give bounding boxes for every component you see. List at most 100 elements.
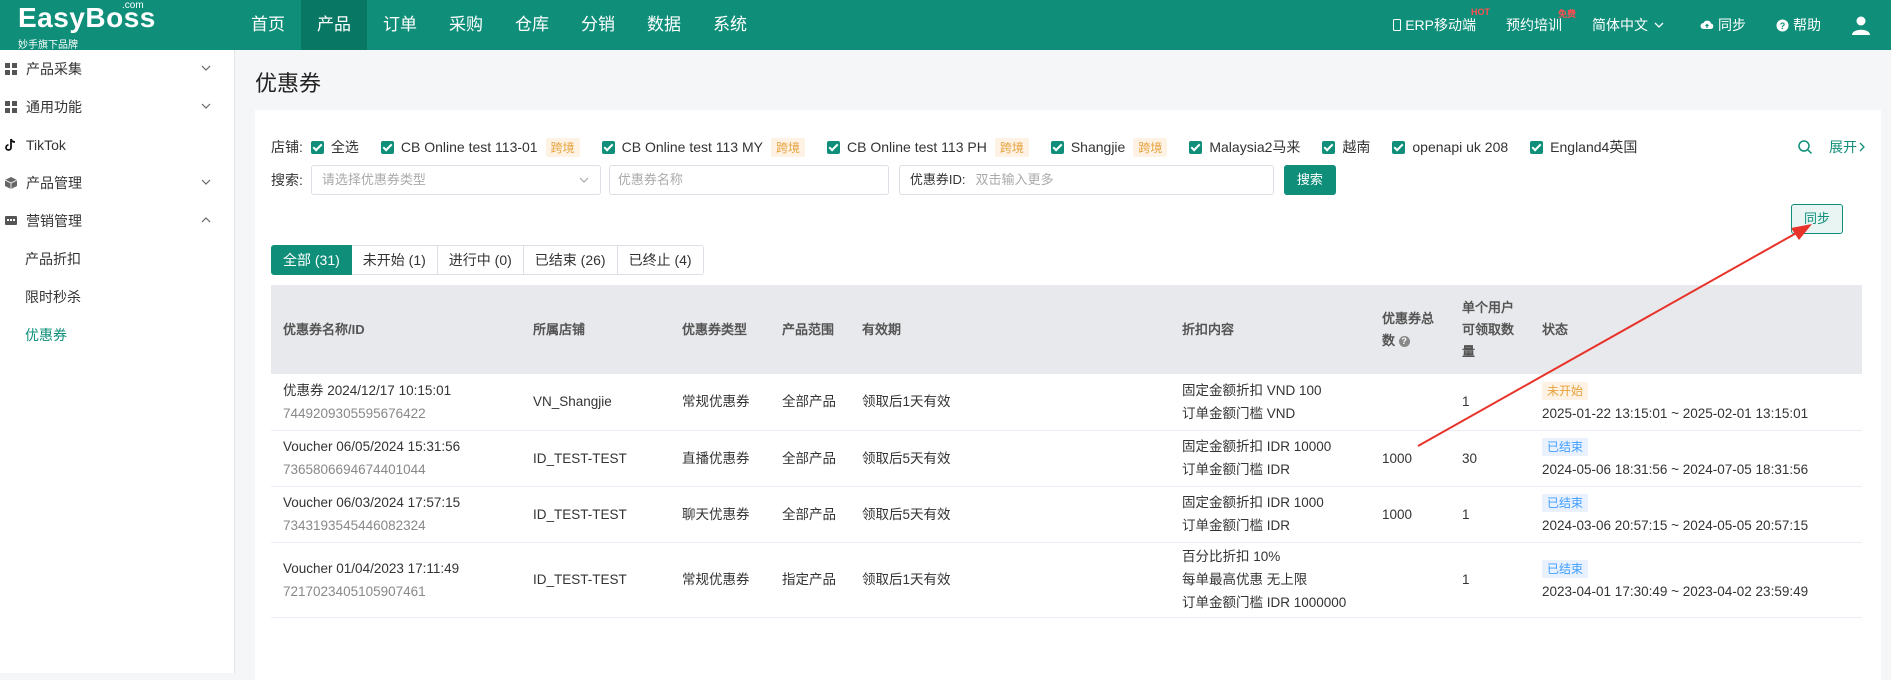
- nav-item-3[interactable]: 采购: [433, 0, 499, 50]
- cell-per-user: 1: [1450, 486, 1530, 543]
- checkbox-checked-icon[interactable]: [601, 140, 615, 154]
- voucher-name[interactable]: 优惠券 2024/12/17 10:15:01: [283, 379, 521, 402]
- discount-line: 订单金额门槛 IDR 1000000: [1182, 595, 1347, 610]
- sidebar-item-label: 产品采集: [26, 61, 82, 77]
- erp-mobile-link[interactable]: ERP移动端 HOT: [1393, 7, 1490, 35]
- voucher-name[interactable]: Voucher 06/03/2024 17:57:15: [283, 491, 521, 514]
- sidebar-item-label: 产品管理: [26, 175, 82, 191]
- store-checkbox-5[interactable]: Malaysia2马来: [1189, 137, 1300, 157]
- store-checkbox-1[interactable]: CB Online test 113-01 跨境: [380, 137, 580, 157]
- col-name: 优惠券名称/ID: [283, 321, 365, 337]
- discount-line: 百分比折扣 10%: [1182, 549, 1281, 564]
- cross-border-tag: 跨境: [994, 137, 1029, 157]
- sidebar-item-products[interactable]: 产品管理: [0, 164, 234, 202]
- cell-name: Voucher 06/05/2024 15:31:56 7365806694674…: [271, 430, 521, 487]
- col-discount: 折扣内容: [1182, 321, 1235, 337]
- tab-4[interactable]: 已终止 (4): [617, 245, 704, 275]
- sidebar-item-label: 通用功能: [26, 99, 82, 115]
- cell-name: 优惠券 2024/12/17 10:15:01 74492093055956764…: [271, 374, 521, 431]
- cell-total: [1370, 542, 1450, 618]
- search-label: 搜索:: [271, 172, 303, 188]
- training-label: 预约培训: [1506, 17, 1562, 33]
- brand-logo[interactable]: EasyBoss .com 妙手旗下品牌: [0, 0, 235, 51]
- sidebar-item-marketing[interactable]: 营销管理: [0, 202, 234, 240]
- checkbox-checked-icon[interactable]: [1392, 140, 1406, 154]
- chevron-up-icon: [201, 217, 211, 223]
- col-per-user: 单个用户可领取数量: [1462, 299, 1515, 359]
- tab-0[interactable]: 全部 (31): [271, 245, 352, 275]
- checkbox-checked-icon[interactable]: [380, 140, 394, 154]
- store-checkbox-8[interactable]: England4英国: [1530, 137, 1637, 157]
- sidebar-sub-product-discount[interactable]: 产品折扣: [0, 240, 234, 278]
- checkbox-checked-icon[interactable]: [1050, 140, 1064, 154]
- store-checkbox-4[interactable]: Shangjie 跨境: [1050, 137, 1168, 157]
- expand-toggle[interactable]: 展开: [1797, 137, 1867, 157]
- voucher-name[interactable]: Voucher 01/04/2023 17:11:49: [283, 557, 521, 580]
- voucher-type-select[interactable]: 请选择优惠券类型: [310, 165, 601, 195]
- tab-2[interactable]: 进行中 (0): [437, 245, 524, 275]
- table-row[interactable]: 优惠券 2024/12/17 10:15:01 74492093055956764…: [271, 374, 1862, 431]
- cell-type: 常规优惠券: [670, 374, 770, 431]
- language-label: 简体中文: [1592, 17, 1648, 33]
- nav-item-4[interactable]: 仓库: [499, 0, 565, 50]
- discount-line: 订单金额门槛 IDR: [1182, 518, 1290, 533]
- user-avatar[interactable]: [1851, 15, 1875, 35]
- cell-discount: 固定金额折扣 VND 100 订单金额门槛 VND: [1170, 374, 1370, 431]
- brand-slogan: 妙手旗下品牌: [18, 40, 78, 51]
- store-checkbox-3[interactable]: CB Online test 113 PH 跨境: [827, 137, 1029, 157]
- training-link[interactable]: 预约培训 免费: [1506, 9, 1576, 35]
- cross-border-tag: 跨境: [771, 137, 806, 157]
- store-name: openapi uk 208: [1412, 139, 1509, 155]
- cell-scope: 全部产品: [770, 486, 850, 543]
- nav-item-1[interactable]: 产品: [301, 0, 367, 50]
- sidebar-item-collect[interactable]: 产品采集: [0, 50, 234, 88]
- sidebar-item-general[interactable]: 通用功能: [0, 88, 234, 126]
- nav-item-5[interactable]: 分销: [565, 0, 631, 50]
- checkbox-checked-icon[interactable]: [827, 140, 841, 154]
- help-icon[interactable]: ?: [1398, 335, 1410, 347]
- top-nav-bar: EasyBoss .com 妙手旗下品牌 首页 产品 订单 采购 仓库 分销 数据 系统 ER…: [0, 0, 1891, 51]
- checkbox-checked-icon[interactable]: [1322, 140, 1336, 154]
- table-row[interactable]: Voucher 06/05/2024 15:31:56 7365806694674…: [271, 430, 1862, 487]
- checkbox-checked-icon[interactable]: [1530, 140, 1544, 154]
- cell-discount: 固定金额折扣 IDR 1000 订单金额门槛 IDR: [1170, 486, 1370, 543]
- sidebar-item-tiktok[interactable]: TikTok: [0, 126, 234, 164]
- store-checkbox-7[interactable]: openapi uk 208: [1392, 139, 1508, 155]
- help-link[interactable]: ? 帮助: [1776, 15, 1821, 35]
- sidebar-sub-voucher[interactable]: 优惠券: [0, 316, 234, 354]
- discount-line: 订单金额门槛 VND: [1182, 405, 1296, 421]
- language-select[interactable]: 简体中文: [1592, 15, 1670, 35]
- voucher-type-placeholder: 请选择优惠券类型: [321, 172, 426, 187]
- search-button[interactable]: 搜索: [1283, 165, 1336, 195]
- discount-line: 固定金额折扣 IDR 1000: [1182, 495, 1324, 510]
- nav-item-0[interactable]: 首页: [235, 0, 301, 50]
- cross-border-tag: 跨境: [545, 137, 580, 157]
- checkbox-checked-icon[interactable]: [310, 140, 324, 154]
- table-row[interactable]: Voucher 06/03/2024 17:57:15 7343193545446…: [271, 486, 1862, 543]
- chevron-down-icon: [201, 179, 211, 185]
- store-checkbox-2[interactable]: CB Online test 113 MY 跨境: [601, 137, 806, 157]
- nav-item-2[interactable]: 订单: [367, 0, 433, 50]
- status-tabs: 全部 (31) 未开始 (1) 进行中 (0) 已结束 (26) 已终止 (4): [271, 245, 704, 275]
- voucher-name[interactable]: Voucher 06/05/2024 15:31:56: [283, 435, 521, 458]
- table-row[interactable]: Voucher 01/04/2023 17:11:49 7217023405105…: [271, 542, 1862, 618]
- sidebar-sub-flash-sale[interactable]: 限时秒杀: [0, 278, 234, 316]
- tab-3[interactable]: 已结束 (26): [523, 245, 618, 275]
- tab-1[interactable]: 未开始 (1): [351, 245, 438, 275]
- voucher-period: 2023-04-01 17:30:49 ~ 2023-04-02 23:59:4…: [1542, 583, 1809, 599]
- status-badge: 已结束: [1542, 559, 1589, 578]
- search-icon: [1798, 140, 1813, 155]
- mobile-icon: [1393, 19, 1402, 31]
- discount-line: 固定金额折扣 IDR 10000: [1182, 439, 1332, 454]
- voucher-id-input[interactable]: 优惠券ID: 双击输入更多: [898, 165, 1274, 195]
- store-checkbox-6[interactable]: 越南: [1322, 137, 1370, 157]
- sync-button[interactable]: 同步: [1791, 204, 1843, 234]
- sync-link[interactable]: 同步: [1700, 15, 1746, 35]
- checkbox-checked-icon[interactable]: [1189, 140, 1203, 154]
- store-filter-row: 店铺: 全选 CB Online test 113-01 跨境 CB Online t…: [271, 137, 1659, 157]
- cell-validity: 领取后5天有效: [850, 486, 1170, 543]
- nav-item-7[interactable]: 系统: [697, 0, 763, 50]
- voucher-name-input[interactable]: 优惠券名称: [608, 165, 889, 195]
- nav-item-6[interactable]: 数据: [631, 0, 697, 50]
- store-checkbox-0[interactable]: 全选: [310, 137, 359, 157]
